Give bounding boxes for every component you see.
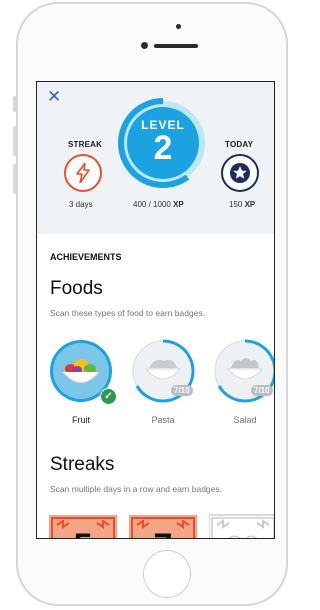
phone-side-button	[13, 96, 16, 112]
badge-label-salad: Salad	[233, 415, 257, 425]
badge-label-fruit: Fruit	[72, 415, 90, 425]
streak-badge-30[interactable]: 30	[209, 513, 275, 539]
streak-label: STREAK	[68, 140, 103, 149]
streak-badge-30-number: 30	[226, 531, 259, 539]
pasta-count: 7/10	[171, 385, 193, 396]
achievements-title: ACHIEVEMENTS	[50, 252, 122, 262]
today-value: 150 XP	[229, 200, 255, 209]
today-label: TODAY	[225, 140, 254, 149]
phone-speaker	[154, 44, 198, 48]
close-icon[interactable]: ✕	[47, 88, 61, 105]
streaks-description: Scan multiple days in a row and earn bad…	[50, 484, 222, 494]
foods-title: Foods	[50, 278, 103, 299]
streak-value: 3 days	[69, 200, 93, 209]
streak-badge-5[interactable]: 5	[49, 513, 117, 539]
today-value-number: 150	[229, 200, 243, 209]
streak-badge-5-number: 5	[74, 527, 93, 539]
home-button[interactable]	[143, 550, 191, 598]
earned-check-icon: ✓	[100, 388, 117, 405]
streak-badge-7[interactable]: 7	[129, 513, 197, 539]
phone-sensor	[176, 24, 181, 29]
foods-description: Scan these types of food to earn badges.	[50, 308, 205, 318]
lightning-icon	[76, 163, 90, 183]
streak-badge-7-number: 7	[154, 527, 173, 539]
streaks-title: Streaks	[50, 454, 115, 475]
streak-badge	[64, 154, 102, 192]
level-progress: 400 / 1000 XP	[133, 200, 184, 209]
star-icon	[230, 163, 250, 183]
level-progress-unit: XP	[173, 200, 184, 209]
phone-camera	[141, 42, 148, 49]
phone-volume-up	[13, 126, 16, 156]
level-progress-text: 400 / 1000	[133, 200, 171, 209]
salad-count: 7/10	[251, 385, 273, 396]
today-value-unit: XP	[244, 200, 256, 209]
today-badge	[221, 154, 259, 192]
phone-volume-down	[13, 164, 16, 194]
app-screen: ✕ STREAK 3 days LEVEL 2 400 / 1000 XP TO…	[36, 81, 275, 539]
level-header: ✕ STREAK 3 days LEVEL 2 400 / 1000 XP TO…	[37, 82, 274, 234]
level-number: 2	[153, 129, 173, 167]
badge-label-pasta: Pasta	[151, 415, 175, 425]
